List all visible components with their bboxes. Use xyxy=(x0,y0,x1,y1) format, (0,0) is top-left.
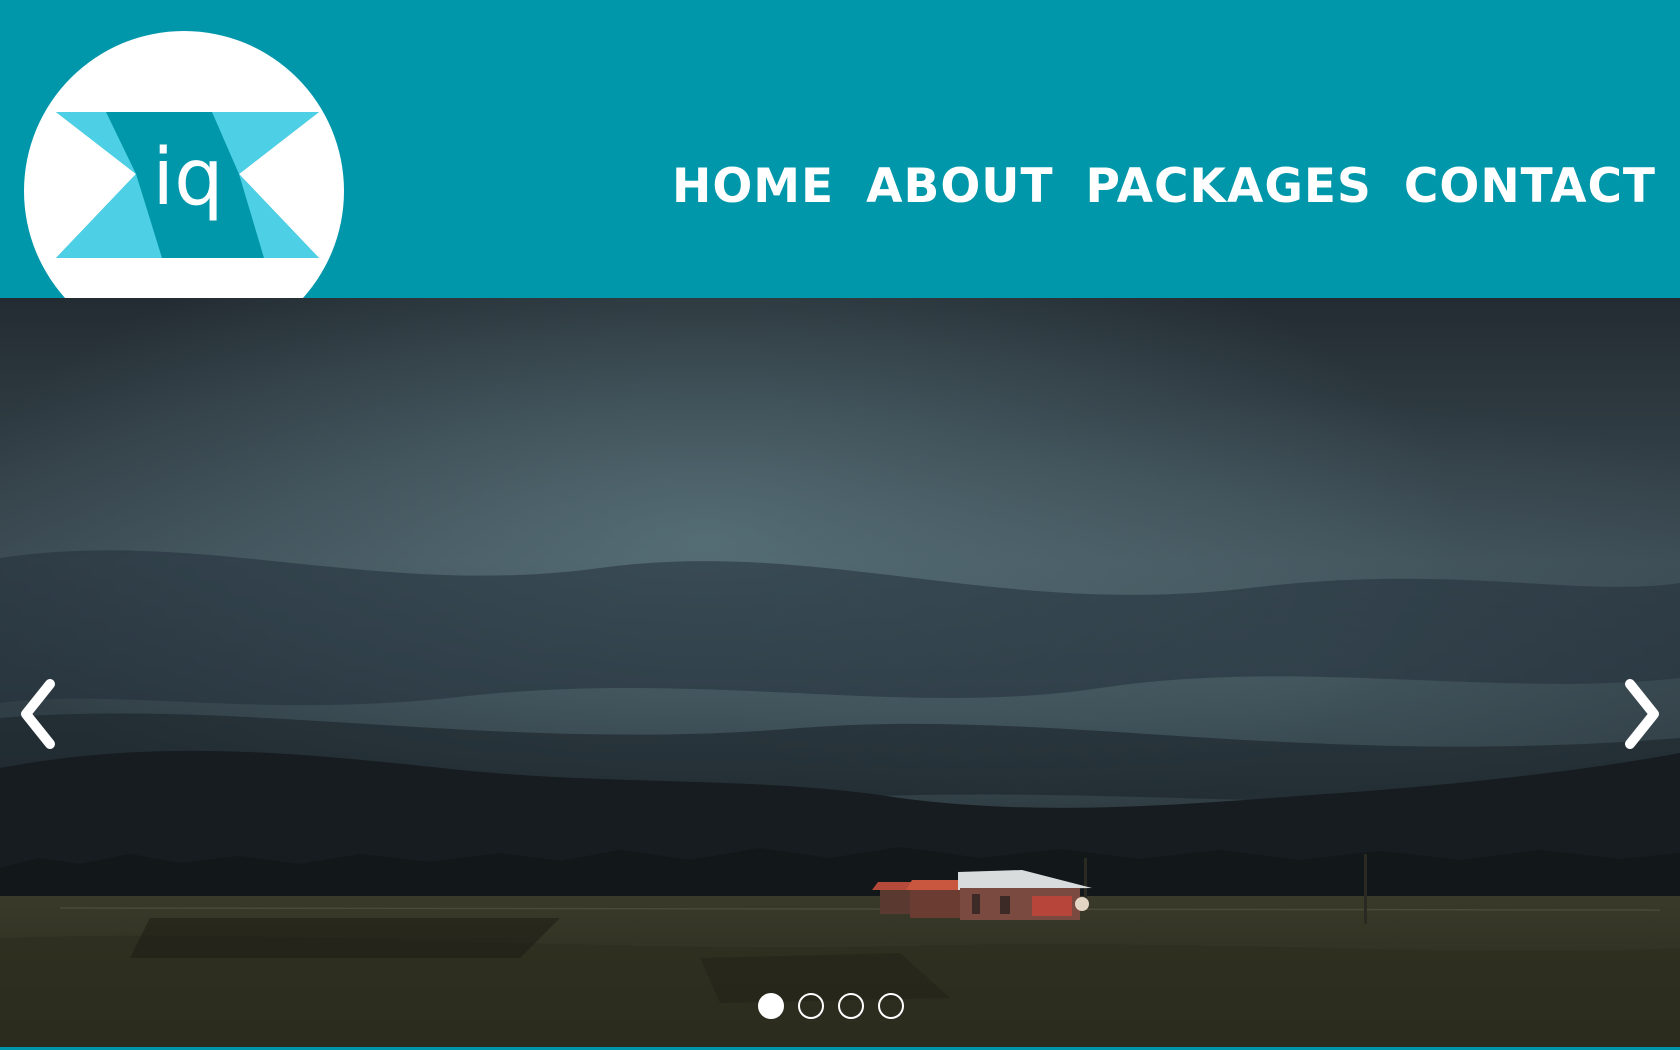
nav-contact[interactable]: CONTACT xyxy=(1404,158,1656,216)
slider-next-button[interactable] xyxy=(1612,676,1668,752)
slider-dot-4[interactable] xyxy=(878,993,904,1019)
hero-slider xyxy=(0,298,1680,1050)
page: iq HOME ABOUT PACKAGES CONTACT xyxy=(0,0,1680,1050)
nav-packages[interactable]: PACKAGES xyxy=(1086,158,1372,216)
logo-mark: iq xyxy=(24,31,344,298)
logo-text: iq xyxy=(152,133,223,223)
chevron-left-icon xyxy=(21,679,55,749)
slider-prev-button[interactable] xyxy=(12,676,68,752)
slider-pagination xyxy=(758,993,904,1019)
slider-dot-3[interactable] xyxy=(838,993,864,1019)
site-logo[interactable]: iq xyxy=(24,31,344,298)
nav-home[interactable]: HOME xyxy=(672,158,834,216)
chevron-right-icon xyxy=(1625,679,1659,749)
slide-image-stormy-field xyxy=(0,298,1680,1050)
slider-dot-1[interactable] xyxy=(758,993,784,1019)
slider-dot-2[interactable] xyxy=(798,993,824,1019)
nav-about[interactable]: ABOUT xyxy=(866,158,1053,216)
main-nav: HOME ABOUT PACKAGES CONTACT xyxy=(672,158,1656,216)
site-header: iq HOME ABOUT PACKAGES CONTACT xyxy=(0,0,1680,298)
